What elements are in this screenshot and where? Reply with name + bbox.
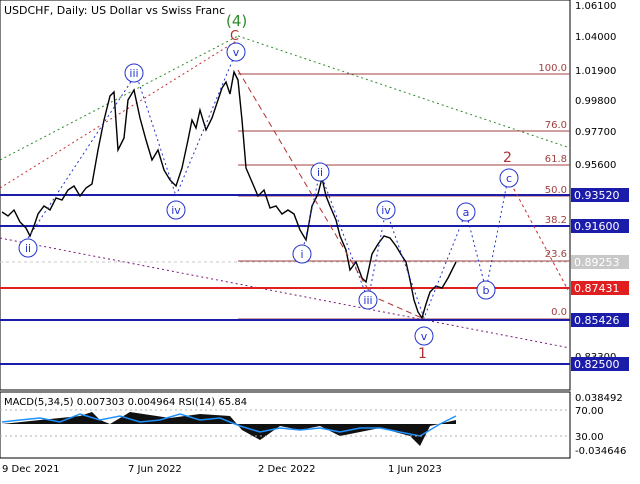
- time-label: 1 Jun 2023: [388, 464, 442, 475]
- wave-label-iv: iv: [381, 204, 391, 217]
- indicator-axis: 0.038492 70.00 30.00 -0.034646: [575, 393, 626, 457]
- indicator-label: MACD(5,34,5) 0.007303 0.004964 RSI(14) 6…: [4, 397, 247, 408]
- price-tick: 0.95600: [575, 160, 616, 171]
- price-axis: 1.06100 1.04000 1.01900 0.99800 0.97700 …: [575, 1, 616, 363]
- chart-window[interactable]: USDCHF, Daily: US Dollar vs Swiss Franc …: [0, 0, 640, 480]
- wave-label-2: 2: [503, 150, 512, 166]
- price-label-0.89253: 0.89253: [574, 256, 620, 269]
- wave-label-iv: iv: [171, 204, 181, 217]
- time-axis: 9 Dec 2021 7 Jun 2022 2 Dec 2022 1 Jun 2…: [2, 464, 442, 475]
- indicator-tick: 30.00: [575, 432, 604, 443]
- wave-label-1: 1: [418, 346, 427, 362]
- wave-label-ii: ii: [317, 166, 323, 179]
- fib-label-76: 76.0: [545, 120, 567, 131]
- wave-label-4: (4): [226, 12, 247, 30]
- indicator-tick: 0.038492: [575, 393, 623, 404]
- price-label-0.91600: 0.91600: [574, 220, 620, 233]
- wave-label-v: v: [233, 46, 240, 59]
- wave-label-ii: ii: [25, 242, 31, 255]
- fib-label-23.6: 23.6: [545, 249, 567, 260]
- price-label-0.93520: 0.93520: [574, 189, 620, 202]
- wave-label-b: b: [483, 284, 490, 297]
- wave-label-iii: iii: [129, 67, 138, 80]
- wave-label-C: C: [230, 29, 239, 44]
- fib-label-38.2: 38.2: [545, 215, 567, 226]
- price-tick: 1.04000: [575, 32, 616, 43]
- wave-label-a: a: [463, 206, 470, 219]
- price-label-0.85426: 0.85426: [574, 314, 620, 327]
- fib-label-100: 100.0: [538, 63, 567, 74]
- price-label-0.82500: 0.82500: [574, 358, 620, 371]
- wave-label-v: v: [421, 330, 428, 343]
- fib-label-50: 50.0: [545, 185, 567, 196]
- boxed-price-labels: 0.93520 0.91600 0.89253 0.87431 0.85426 …: [571, 188, 629, 371]
- price-tick: 0.97700: [575, 127, 616, 138]
- chart-title: USDCHF, Daily: US Dollar vs Swiss Franc: [4, 4, 225, 17]
- time-label: 7 Jun 2022: [128, 464, 182, 475]
- time-label: 2 Dec 2022: [258, 464, 316, 475]
- price-label-0.87431: 0.87431: [574, 282, 620, 295]
- indicator-tick: -0.034646: [575, 446, 626, 457]
- wave-label-c: c: [506, 172, 512, 185]
- price-tick: 0.99800: [575, 96, 616, 107]
- wave-label-i: i: [300, 248, 303, 261]
- price-tick: 1.01900: [575, 66, 616, 77]
- indicator-tick: 70.00: [575, 406, 604, 417]
- price-chart[interactable]: USDCHF, Daily: US Dollar vs Swiss Franc …: [0, 0, 640, 480]
- fib-label-61.8: 61.8: [545, 154, 567, 165]
- wave-label-iii: iii: [363, 294, 372, 307]
- fib-label-0: 0.0: [551, 307, 567, 318]
- time-label: 9 Dec 2021: [2, 464, 60, 475]
- price-tick: 1.06100: [575, 1, 616, 12]
